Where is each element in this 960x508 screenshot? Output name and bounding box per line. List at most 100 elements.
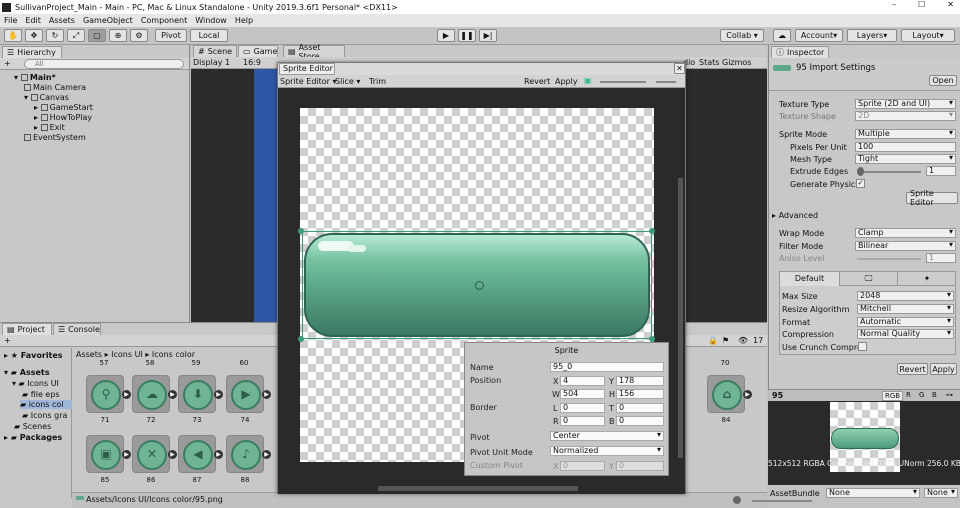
sprite-apply-button[interactable]: Apply bbox=[555, 77, 578, 86]
expand-arrow-icon[interactable]: ▶ bbox=[168, 450, 177, 459]
preview-slider-icon[interactable]: ⊶ bbox=[946, 391, 953, 399]
custom-tool-icon[interactable]: ⚙ bbox=[130, 29, 148, 42]
hierarchy-item[interactable]: Main Camera bbox=[24, 83, 86, 92]
texture-type-dropdown[interactable]: Sprite (2D and UI) bbox=[855, 99, 956, 109]
layers-dropdown[interactable]: Layers ▾ bbox=[847, 29, 897, 42]
hand-tool-icon[interactable]: ✋ bbox=[4, 29, 22, 42]
minimize-button[interactable]: – bbox=[892, 0, 896, 9]
tab-asset-store[interactable]: ▤ Asset Store bbox=[283, 43, 345, 61]
extrude-slider-track[interactable] bbox=[857, 171, 921, 173]
menu-gameobject[interactable]: GameObject bbox=[83, 16, 133, 25]
asset-thumbnail[interactable]: ▣ bbox=[86, 435, 124, 473]
asset-thumbnail[interactable]: ◀ bbox=[178, 435, 216, 473]
tree-file-eps[interactable]: ▰ file eps bbox=[22, 390, 60, 399]
aspect-dropdown[interactable]: 16:9 bbox=[243, 58, 261, 67]
resize-algorithm-dropdown[interactable]: Mitchell bbox=[857, 304, 954, 314]
tree-icons-gradient[interactable]: ▰ Icons gra bbox=[22, 411, 67, 420]
revert-button[interactable]: Revert bbox=[897, 363, 928, 375]
size-w-input[interactable]: 504 bbox=[560, 389, 605, 399]
hierarchy-item[interactable]: ▾ Main* bbox=[14, 73, 56, 82]
asset-thumbnail[interactable]: ⬇ bbox=[178, 375, 216, 413]
filter-mode-dropdown[interactable]: Bilinear bbox=[855, 241, 956, 251]
tab-project[interactable]: ▤ Project bbox=[2, 323, 52, 335]
asset-thumbnail[interactable]: ▶ bbox=[226, 375, 264, 413]
tab-scene[interactable]: # Scene bbox=[193, 45, 237, 57]
crunch-checkbox[interactable] bbox=[858, 342, 867, 351]
custom-pivot-x-input[interactable]: 0 bbox=[560, 461, 605, 471]
breadcrumb-assets[interactable]: Assets bbox=[76, 350, 102, 359]
advanced-foldout[interactable]: ▸ Advanced bbox=[772, 211, 818, 220]
color-channel-icon[interactable]: ▣ bbox=[584, 76, 592, 85]
expand-arrow-icon[interactable]: ▶ bbox=[122, 450, 131, 459]
expand-arrow-icon[interactable]: ▶ bbox=[262, 450, 271, 459]
hidden-count-icon[interactable]: 👁 bbox=[738, 336, 748, 345]
zoom-slider-2[interactable] bbox=[656, 81, 676, 83]
hierarchy-item[interactable]: EventSystem bbox=[24, 133, 86, 142]
assets-item[interactable]: ▾ ▰ Assets bbox=[4, 368, 49, 377]
tab-hierarchy[interactable]: ☰ Hierarchy bbox=[2, 46, 62, 58]
sprite-editor-tab[interactable]: Sprite Editor bbox=[279, 63, 335, 75]
tab-inspector[interactable]: ⓘ Inspector bbox=[771, 46, 829, 58]
maximize-button[interactable]: ☐ bbox=[918, 0, 925, 9]
breadcrumb-icons-color[interactable]: Icons color bbox=[152, 350, 195, 359]
scale-tool-icon[interactable]: ⤢ bbox=[67, 29, 85, 42]
slice-dropdown[interactable]: Slice ▾ bbox=[335, 77, 360, 86]
border-t-input[interactable]: 0 bbox=[616, 403, 664, 413]
hierarchy-item[interactable]: ▾ Canvas bbox=[24, 93, 69, 102]
transform-tool-icon[interactable]: ⊕ bbox=[109, 29, 127, 42]
expand-arrow-icon[interactable]: ▶ bbox=[122, 390, 131, 399]
gizmos-dropdown[interactable]: Gizmos bbox=[722, 58, 751, 67]
pos-y-input[interactable]: 178 bbox=[616, 376, 664, 386]
hierarchy-add-button[interactable]: + bbox=[4, 59, 11, 68]
asset-thumbnail[interactable]: ✕ bbox=[132, 435, 170, 473]
assetbundle-dropdown[interactable]: None bbox=[826, 488, 920, 498]
hierarchy-item[interactable]: ▸ HowToPlay bbox=[34, 113, 92, 122]
border-l-input[interactable]: 0 bbox=[560, 403, 605, 413]
pos-x-input[interactable]: 4 bbox=[560, 376, 605, 386]
stats-toggle[interactable]: Stats bbox=[699, 58, 719, 67]
corner-handle-tl[interactable] bbox=[298, 228, 304, 234]
pivot-dropdown[interactable]: Center bbox=[550, 431, 664, 441]
move-tool-icon[interactable]: ✥ bbox=[25, 29, 43, 42]
favorites-item[interactable]: ▸ ★ Favorites bbox=[4, 351, 63, 360]
apply-button[interactable]: Apply bbox=[930, 363, 957, 375]
compression-dropdown[interactable]: Normal Quality bbox=[857, 329, 954, 339]
tree-icons-color[interactable]: ▰ icons col bbox=[20, 400, 72, 409]
texture-shape-dropdown[interactable]: 2D bbox=[855, 111, 956, 121]
g-toggle[interactable]: G bbox=[919, 391, 924, 399]
platform-tab-default[interactable]: Default bbox=[780, 272, 840, 286]
expand-arrow-icon[interactable]: ▶ bbox=[214, 450, 223, 459]
close-button[interactable]: ✕ bbox=[947, 0, 954, 9]
sprite-mode-dropdown[interactable]: Multiple bbox=[855, 129, 956, 139]
tree-icons-ui[interactable]: ▾ ▰ Icons UI bbox=[12, 379, 59, 388]
max-size-dropdown[interactable]: 2048 bbox=[857, 291, 954, 301]
collab-button[interactable]: Collab ▾ bbox=[720, 29, 764, 42]
b-toggle[interactable]: B bbox=[932, 391, 937, 399]
aniso-input[interactable]: 1 bbox=[926, 253, 956, 263]
vertical-scrollbar[interactable] bbox=[678, 178, 683, 458]
custom-pivot-y-input[interactable]: 0 bbox=[616, 461, 664, 471]
extrude-slider-thumb[interactable] bbox=[857, 167, 864, 176]
hierarchy-item[interactable]: ▸ GameStart bbox=[34, 103, 93, 112]
menu-edit[interactable]: Edit bbox=[25, 16, 41, 25]
menu-component[interactable]: Component bbox=[141, 16, 187, 25]
wrap-mode-dropdown[interactable]: Clamp bbox=[855, 228, 956, 238]
tab-console[interactable]: ☰ Console bbox=[53, 323, 101, 335]
sprite-name-input[interactable]: 95_0 bbox=[550, 362, 664, 372]
cloud-icon[interactable]: ☁ bbox=[773, 29, 791, 42]
aniso-slider-track[interactable] bbox=[857, 258, 921, 260]
packages-item[interactable]: ▸ ▰ Packages bbox=[4, 433, 62, 442]
border-b-input[interactable]: 0 bbox=[616, 416, 664, 426]
breadcrumb-icons-ui[interactable]: Icons UI bbox=[111, 350, 143, 359]
sprite-editor-mode-dropdown[interactable]: Sprite Editor ▾ bbox=[280, 77, 337, 86]
sprite-editor-button[interactable]: Sprite Editor bbox=[906, 189, 958, 207]
icon-size-thumb[interactable] bbox=[733, 496, 741, 504]
rgb-toggle[interactable]: RGB bbox=[882, 391, 904, 401]
asset-thumbnail[interactable]: ⌂ bbox=[707, 375, 745, 413]
expand-arrow-icon[interactable]: ▶ bbox=[214, 390, 223, 399]
layout-dropdown[interactable]: Layout ▾ bbox=[901, 29, 955, 42]
account-dropdown[interactable]: Account ▾ bbox=[795, 29, 843, 42]
sprite-editor-close-icon[interactable]: ✕ bbox=[674, 63, 685, 74]
pivot-unit-dropdown[interactable]: Normalized bbox=[550, 446, 664, 456]
pivot-toggle[interactable]: Pivot bbox=[155, 29, 187, 42]
